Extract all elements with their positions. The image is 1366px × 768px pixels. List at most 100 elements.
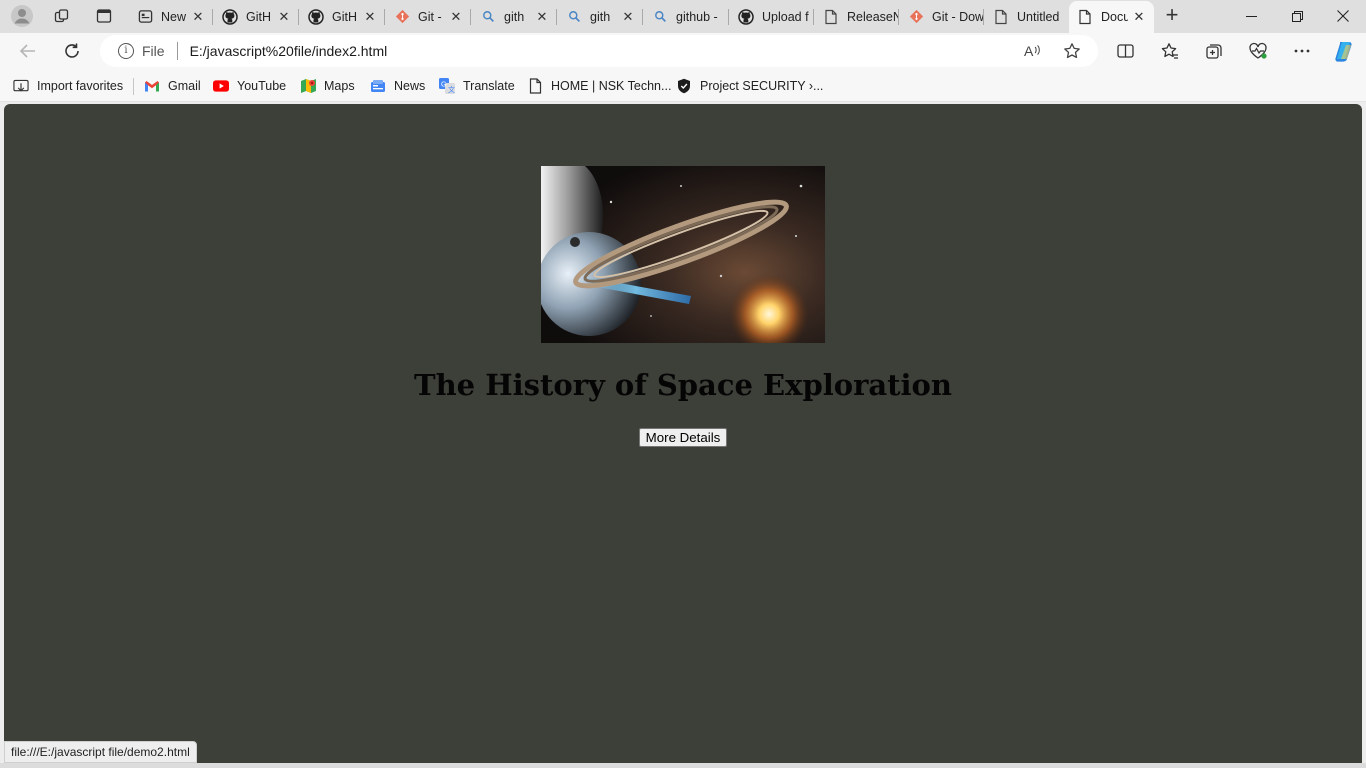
tab-title: gith [590, 9, 611, 24]
tab-separator [298, 9, 299, 25]
collections-button[interactable] [1199, 37, 1229, 65]
tab-separator [212, 9, 213, 25]
tab-4[interactable]: gith ✕ [472, 2, 557, 31]
gmail-icon [144, 78, 160, 94]
tab-11-active[interactable]: Docu ✕ [1069, 1, 1154, 33]
more-details-button[interactable]: More Details [639, 428, 727, 447]
address-url[interactable]: E:/javascript%20file/index2.html [190, 43, 388, 59]
browser-essentials-button[interactable] [1243, 37, 1273, 65]
collections-icon [1206, 44, 1222, 59]
favorite-label: Import favorites [37, 79, 124, 93]
split-screen-icon [1116, 44, 1134, 58]
refresh-button[interactable] [57, 37, 87, 65]
page-viewport: The History of Space Exploration More De… [4, 104, 1362, 763]
favorite-maps[interactable]: Maps [300, 76, 355, 96]
tab-title: Git - Dow [932, 9, 984, 24]
tab-close-button[interactable]: ✕ [531, 9, 553, 25]
tab-separator [642, 9, 643, 25]
site-info-icon[interactable]: i [118, 43, 134, 59]
tab-0[interactable]: New ✕ [129, 2, 213, 31]
tab-2[interactable]: GitH ✕ [300, 2, 385, 31]
tab-separator [470, 9, 471, 25]
tab-title: Upload f [762, 9, 809, 24]
favorites-import-link[interactable]: Import favorites [13, 76, 123, 96]
minimize-button[interactable] [1228, 0, 1274, 32]
new-tab-button[interactable]: + [1160, 4, 1184, 28]
newtab-page-icon [137, 9, 153, 25]
split-screen-button[interactable] [1110, 37, 1140, 65]
favorite-translate[interactable]: G文 Translate [439, 76, 515, 96]
more-dots-icon [1294, 49, 1310, 53]
tab-title: Git - [418, 9, 442, 24]
workspaces-button[interactable] [47, 3, 77, 29]
profile-avatar-button[interactable] [7, 3, 37, 29]
tab-5[interactable]: gith ✕ [558, 2, 643, 31]
favorites-bar: Import favorites Gmail YouTube Maps News… [0, 70, 1366, 102]
tab-close-button[interactable]: ✕ [273, 9, 295, 25]
tab-title: github - [676, 9, 718, 24]
close-window-button[interactable] [1320, 0, 1366, 32]
tab-close-button[interactable]: ✕ [445, 9, 467, 25]
page-title: The History of Space Exploration [414, 368, 952, 402]
copilot-button[interactable] [1329, 37, 1359, 65]
tab-separator [384, 9, 385, 25]
favorite-youtube[interactable]: YouTube [213, 76, 286, 96]
tab-separator [813, 9, 814, 25]
tab-close-button[interactable]: ✕ [187, 9, 209, 25]
tab-9[interactable]: Git - Dow [900, 2, 984, 31]
close-icon [1337, 10, 1349, 22]
news-icon [370, 78, 386, 94]
tab-title: Docu [1101, 10, 1128, 24]
tab-actions-button[interactable] [89, 3, 119, 29]
copilot-icon [1335, 42, 1352, 62]
favorite-project-security[interactable]: Project SECURITY ›... [676, 76, 823, 96]
vertical-tabs-icon [96, 9, 112, 23]
tab-6[interactable]: github - [644, 2, 729, 31]
tab-10[interactable]: Untitled [985, 2, 1068, 31]
github-icon [738, 8, 754, 25]
favorite-label: Maps [324, 79, 355, 93]
favorite-nsk-home[interactable]: HOME | NSK Techn... [527, 76, 671, 96]
minimize-icon [1245, 15, 1257, 17]
status-bar-link-preview: file:///E:/javascript file/demo2.html [4, 741, 197, 763]
tab-7[interactable]: Upload f [730, 2, 814, 31]
favorite-label: News [394, 79, 426, 93]
back-button[interactable] [13, 37, 43, 65]
tab-3[interactable]: Git - ✕ [386, 2, 471, 31]
tab-title: ReleaseN [847, 9, 899, 24]
restore-button[interactable] [1274, 0, 1320, 32]
read-aloud-icon[interactable]: A [1022, 41, 1042, 61]
favorite-star-icon[interactable] [1062, 41, 1082, 61]
youtube-icon [213, 78, 229, 94]
favorite-label: Project SECURITY ›... [700, 79, 824, 93]
favorite-label: Gmail [168, 79, 201, 93]
favorite-news[interactable]: News [370, 76, 425, 96]
restore-icon [1291, 10, 1303, 22]
heartbeat-icon [1249, 42, 1267, 59]
space-hero-image [541, 166, 825, 343]
favorites-button[interactable] [1155, 37, 1185, 65]
tab-close-button[interactable]: ✕ [1128, 9, 1150, 25]
tab-strip: New ✕ GitH ✕ GitH ✕ Git - ✕ gith ✕ gith … [0, 0, 1366, 33]
tab-title: GitH [332, 9, 357, 24]
tab-8[interactable]: ReleaseN [815, 2, 899, 31]
address-scheme-label: File [142, 43, 165, 59]
tab-close-button[interactable]: ✕ [359, 9, 381, 25]
git-icon [908, 9, 924, 25]
address-bar[interactable]: i File E:/javascript%20file/index2.html … [100, 35, 1098, 67]
favorite-label: Translate [463, 79, 515, 93]
tab-title: Untitled [1017, 9, 1060, 24]
favorite-label: HOME | NSK Techn... [551, 79, 672, 93]
settings-more-button[interactable] [1287, 37, 1317, 65]
favorite-label: YouTube [237, 79, 287, 93]
tab-separator [983, 9, 984, 25]
svg-text:文: 文 [448, 85, 455, 94]
tab-close-button[interactable]: ✕ [617, 9, 639, 25]
document-icon [993, 9, 1009, 25]
browser-toolbar: i File E:/javascript%20file/index2.html … [0, 33, 1366, 70]
favorite-gmail[interactable]: Gmail [144, 76, 201, 96]
tab-1[interactable]: GitH ✕ [214, 2, 299, 31]
tab-separator [728, 9, 729, 25]
svg-text:G: G [441, 82, 446, 89]
tab-separator [556, 9, 557, 25]
